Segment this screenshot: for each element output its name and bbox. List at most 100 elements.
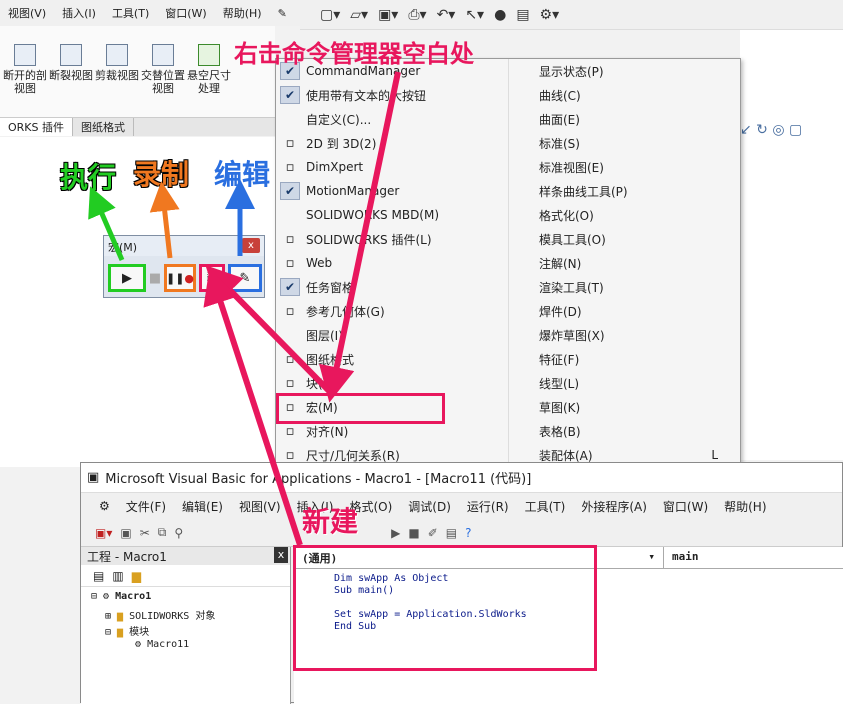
top-toolbar: ▢▾ ▱▾ ▣▾ ⎙▾ ↶▾ ↖▾ ● ▤ ⚙▾ [300, 0, 843, 30]
dimxpert-icon: ▫ [285, 159, 295, 175]
vba-menu-item[interactable]: 工具(T) [517, 498, 574, 515]
file-properties-icon[interactable]: ▤ [516, 7, 529, 23]
tab-sheet-format[interactable]: 图纸格式 [73, 118, 134, 136]
menu-item[interactable]: ▫ 图纸格式 [276, 347, 506, 371]
menu-item-icon [513, 326, 533, 344]
menu-item-label: 渲染工具(T) [539, 280, 604, 295]
menu-item[interactable]: 曲线(C) [509, 83, 742, 107]
tab-addins[interactable]: ORKS 插件 [0, 118, 73, 136]
menu-item[interactable]: 样条曲线工具(P) [509, 179, 742, 203]
dangling-dimension-button[interactable]: 悬空尺寸处理 [186, 44, 232, 95]
vba-menu-item[interactable]: 帮助(H) [716, 498, 774, 515]
close-icon[interactable]: x [274, 547, 288, 563]
cut-icon[interactable]: ✂ [140, 526, 150, 540]
stop-macro-button[interactable]: ■ [148, 264, 162, 292]
help-icon[interactable]: ? [465, 526, 471, 540]
crop-view-button[interactable]: 剪裁视图 [94, 44, 140, 82]
project-explorer-icon[interactable]: ▤ [446, 526, 457, 540]
toggle-folders-icon[interactable]: ▆ [132, 569, 141, 583]
tree-item-modules[interactable]: ⊟ ▆ 模块 [91, 623, 280, 639]
menu-item[interactable]: 标准视图(E) [509, 155, 742, 179]
menu-item[interactable]: 模具工具(O) [509, 227, 742, 251]
tree-item-project[interactable]: ⊟ ⚙ Macro1 [91, 591, 280, 607]
menu-item[interactable]: ✔ 使用带有文本的大按钮 [276, 83, 506, 107]
traffic-light-icon[interactable]: ● [494, 7, 506, 23]
open-icon[interactable]: ▱▾ [350, 7, 368, 23]
vba-menu-item[interactable]: 运行(R) [459, 498, 517, 515]
print-icon[interactable]: ⎙▾ [408, 7, 426, 23]
menu-item[interactable]: 焊件(D) [509, 299, 742, 323]
save-icon[interactable]: ▣ [120, 526, 131, 540]
menu-item[interactable]: ▫ SOLIDWORKS 插件(L) [276, 227, 506, 251]
new-macro-button[interactable]: ⎗ [199, 264, 225, 292]
design-mode-icon[interactable]: ✐ [428, 526, 438, 540]
procedure-combo[interactable]: main [664, 547, 707, 568]
menu-item[interactable]: 显示状态(P) [509, 59, 742, 83]
menu-item[interactable]: 爆炸草图(X) [509, 323, 742, 347]
vba-menu-item[interactable]: 视图(V) [231, 498, 289, 515]
menu-item[interactable]: 标准(S) [509, 131, 742, 155]
gear-icon[interactable]: ⚙▾ [540, 7, 560, 23]
view-toolbar-icons[interactable]: ↙ ↻ ◎ ▢ [740, 122, 802, 138]
graphics-area-right[interactable]: ↙ ↻ ◎ ▢ [740, 30, 843, 460]
menu-item[interactable]: ▫ 块(B) [276, 371, 506, 395]
broken-out-section-button[interactable]: 断开的剖视图 [2, 44, 48, 95]
macro-toolbar[interactable]: 宏(M) x ▶ ■ ❚❚● ⎗ ✎ [103, 235, 265, 298]
vba-menu-item[interactable]: 编辑(E) [174, 498, 231, 515]
menu-item[interactable]: ✔ MotionManager [276, 179, 506, 203]
menu-item[interactable]: 表格(B) [509, 419, 742, 443]
sheet-format-icon: ▫ [285, 351, 295, 367]
solidworks-icon[interactable]: ▣▾ [95, 526, 112, 540]
play-icon: ▶ [122, 270, 132, 286]
run-icon[interactable]: ▶ [391, 526, 400, 540]
menu-insert[interactable]: 插入(I) [54, 5, 104, 21]
menu-item[interactable]: 曲面(E) [509, 107, 742, 131]
tree-item-macro11[interactable]: ⚙ Macro11 [91, 639, 280, 655]
view-object-icon[interactable]: ▥ [112, 569, 123, 583]
copy-icon[interactable]: ⧉ [158, 525, 167, 540]
menu-item[interactable]: 注解(N) [509, 251, 742, 275]
menu-item-label: 装配体(A) [539, 448, 593, 463]
menu-item-label: 样条曲线工具(P) [539, 184, 628, 199]
menu-item[interactable]: 特征(F) [509, 347, 742, 371]
run-macro-button[interactable]: ▶ [108, 264, 146, 292]
menu-window[interactable]: 窗口(W) [157, 5, 214, 21]
menu-view[interactable]: 视图(V) [0, 5, 54, 21]
pin-icon[interactable]: ✎ [270, 7, 295, 20]
vba-menu-item[interactable]: 窗口(W) [655, 498, 716, 515]
menu-item[interactable]: 格式化(O) [509, 203, 742, 227]
menu-item[interactable]: SOLIDWORKS MBD(M) [276, 203, 506, 227]
menu-item-icon [513, 134, 533, 152]
menu-item[interactable]: ▫ Web [276, 251, 506, 275]
close-icon[interactable]: x [242, 238, 260, 253]
record-macro-button[interactable]: ❚❚● [164, 264, 196, 292]
menu-item[interactable]: 草图(K) [509, 395, 742, 419]
view-code-icon[interactable]: ▤ [93, 569, 104, 583]
vba-menu-item[interactable]: 文件(F) [118, 498, 174, 515]
menu-tools[interactable]: 工具(T) [104, 5, 157, 21]
undo-icon[interactable]: ↶▾ [437, 7, 456, 23]
save-icon[interactable]: ▣▾ [378, 7, 398, 23]
tree-item-solidworks-objects[interactable]: ⊞ ▆ SOLIDWORKS 对象 [91, 607, 280, 623]
command-tabs: ORKS 插件 图纸格式 [0, 118, 275, 136]
menu-item[interactable]: ▫ DimXpert [276, 155, 506, 179]
vba-menu-item[interactable]: 外接程序(A) [573, 498, 655, 515]
menu-item[interactable]: 图层(I) [276, 323, 506, 347]
menu-item[interactable]: 自定义(C)... [276, 107, 506, 131]
break-view-button[interactable]: 断裂视图 [48, 44, 94, 82]
menu-item[interactable]: ✔ 任务窗格 [276, 275, 506, 299]
stop-icon[interactable]: ■ [408, 526, 419, 540]
menu-help[interactable]: 帮助(H) [215, 5, 270, 21]
select-icon[interactable]: ↖▾ [465, 7, 484, 23]
menu-item[interactable]: 渲染工具(T) [509, 275, 742, 299]
menu-item[interactable]: 线型(L) [509, 371, 742, 395]
vba-menu-item[interactable]: 调试(D) [400, 498, 459, 515]
alternate-position-view-button[interactable]: 交替位置视图 [140, 44, 186, 95]
find-icon[interactable]: ⚲ [174, 526, 183, 540]
new-icon[interactable]: ▢▾ [320, 7, 340, 23]
menu-item[interactable]: ▫ 参考几何体(G) [276, 299, 506, 323]
edit-macro-button[interactable]: ✎ [228, 264, 262, 292]
annotation-new: 新建 [302, 505, 359, 538]
menu-item[interactable]: ▫ 2D 到 3D(2) [276, 131, 506, 155]
new-macro-icon: ⎗ [206, 270, 218, 286]
